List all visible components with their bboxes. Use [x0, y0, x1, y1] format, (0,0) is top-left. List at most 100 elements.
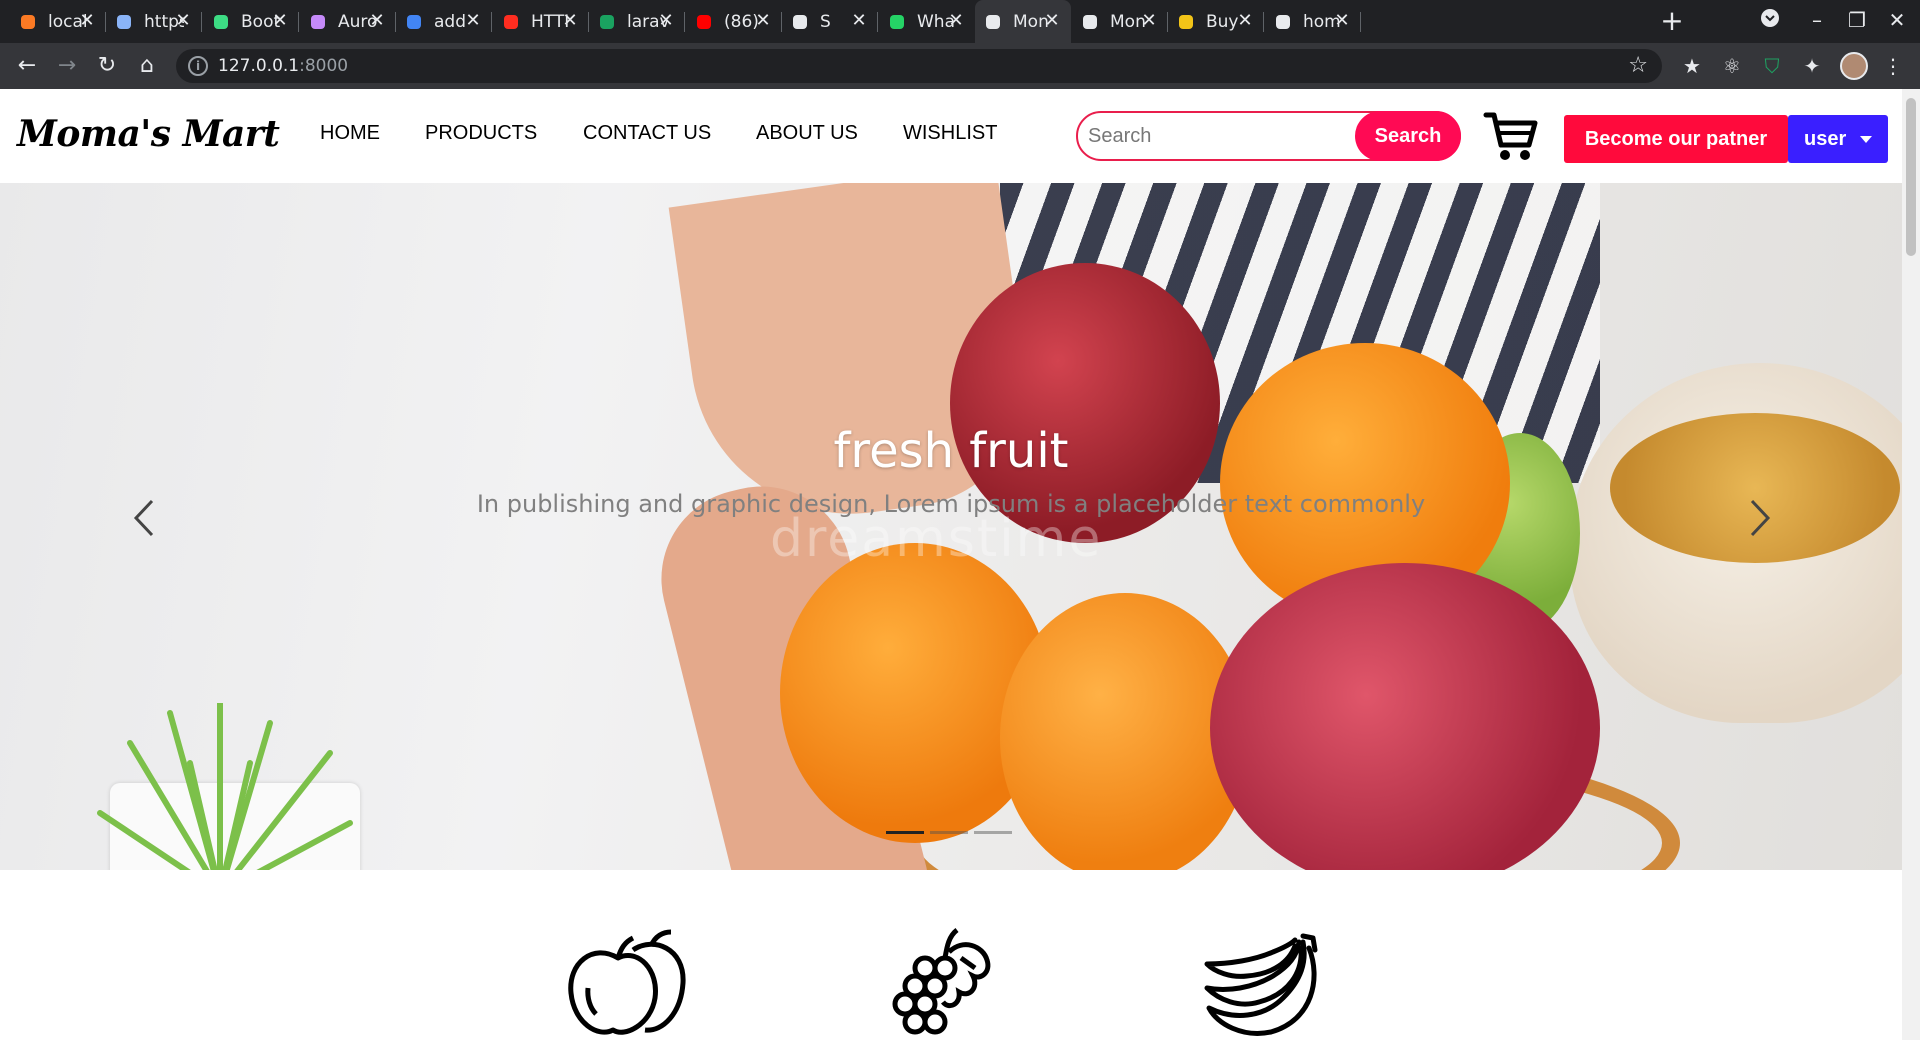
url-text[interactable]: 127.0.0.1:8000 — [218, 56, 348, 76]
scrollbar-thumb[interactable] — [1906, 98, 1916, 256]
browser-tab[interactable]: hom ✕ — [1265, 0, 1361, 43]
tab-separator — [684, 12, 685, 32]
bookmark-star-icon[interactable]: ☆ — [1628, 53, 1648, 78]
browser-tab[interactable]: add ✕ — [396, 0, 492, 43]
browser-tab[interactable]: larav ✕ — [589, 0, 685, 43]
mart-icon — [1080, 12, 1100, 32]
nav-home[interactable]: HOME — [320, 122, 380, 145]
banana-icon[interactable] — [1203, 928, 1333, 1040]
close-tab-icon[interactable]: ✕ — [1333, 12, 1351, 30]
home-icon[interactable]: ⌂ — [134, 53, 160, 79]
star-icon — [597, 12, 617, 32]
close-tab-icon[interactable]: ✕ — [754, 12, 772, 30]
menu-kebab-icon[interactable]: ⋮ — [1880, 53, 1906, 79]
extensions-puzzle-icon[interactable]: ✦ — [1799, 53, 1825, 79]
tab-separator — [1360, 12, 1361, 32]
nav-contact-us[interactable]: CONTACT US — [583, 122, 711, 145]
caret-down-icon — [1860, 136, 1872, 143]
search-button[interactable]: Search — [1355, 111, 1461, 161]
buy-icon — [1176, 12, 1196, 32]
search-input[interactable] — [1088, 121, 1348, 151]
hero-photo-bowl — [1570, 363, 1902, 723]
carousel-indicator[interactable] — [974, 831, 1012, 834]
close-tab-icon[interactable]: ✕ — [1140, 12, 1158, 30]
close-tab-icon[interactable]: ✕ — [368, 12, 386, 30]
carousel-indicator[interactable] — [930, 831, 968, 834]
xampp-icon — [18, 12, 38, 32]
back-icon[interactable]: ← — [14, 53, 40, 79]
tab-separator — [201, 12, 202, 32]
close-tab-icon[interactable]: ✕ — [947, 12, 965, 30]
profile-avatar[interactable] — [1840, 52, 1868, 80]
browser-tab[interactable]: S ✕ — [782, 0, 878, 43]
tab-separator — [877, 12, 878, 32]
restore-icon[interactable]: ❐ — [1842, 8, 1872, 32]
new-tab-button[interactable]: + — [1657, 7, 1687, 37]
cart-icon[interactable] — [1482, 107, 1540, 165]
browser-tab[interactable]: Mon ✕ — [975, 0, 1071, 43]
hero-photo-plant — [97, 703, 353, 870]
page-scrollbar[interactable] — [1902, 89, 1920, 1040]
browser-tab[interactable]: Mon ✕ — [1072, 0, 1168, 43]
browser-tab[interactable]: HTTI ✕ — [493, 0, 589, 43]
apple-icon[interactable] — [563, 928, 693, 1040]
user-dropdown-button[interactable]: user — [1788, 115, 1888, 163]
nav-wishlist[interactable]: WISHLIST — [903, 122, 997, 145]
mart-icon — [983, 12, 1003, 32]
close-tab-icon[interactable]: ✕ — [174, 12, 192, 30]
youtube-icon — [694, 12, 714, 32]
close-tab-icon[interactable]: ✕ — [657, 12, 675, 30]
forward-icon[interactable]: → — [54, 53, 80, 79]
nav-products[interactable]: PRODUCTS — [425, 122, 537, 145]
tab-search-icon[interactable] — [1755, 8, 1785, 33]
react-devtools-icon[interactable]: ⚛ — [1719, 53, 1745, 79]
whatsapp-icon — [887, 12, 907, 32]
close-tab-icon[interactable]: ✕ — [561, 12, 579, 30]
close-tab-icon[interactable]: ✕ — [78, 12, 96, 30]
browser-tab[interactable]: Wha ✕ — [879, 0, 975, 43]
reload-icon[interactable]: ↻ — [94, 53, 120, 79]
shield-icon[interactable]: ⛉ — [1759, 53, 1785, 79]
carousel-indicators — [886, 831, 1012, 834]
image-watermark: dreamstime — [770, 509, 1103, 569]
browser-tab[interactable]: Auro ✕ — [300, 0, 396, 43]
tab-separator — [1263, 12, 1264, 32]
search-form: Search — [1076, 111, 1461, 161]
browser-tab[interactable]: https ✕ — [106, 0, 202, 43]
address-bar[interactable]: i 127.0.0.1:8000 ☆ — [176, 49, 1662, 83]
google-icon — [404, 12, 424, 32]
site-header: Moma's Mart HOME PRODUCTS CONTACT US ABO… — [0, 89, 1902, 183]
browser-tab[interactable]: Boot ✕ — [203, 0, 299, 43]
aurora-icon — [308, 12, 328, 32]
hero-title: fresh fruit — [833, 423, 1069, 479]
user-button-label: user — [1804, 128, 1847, 150]
tab-separator — [491, 12, 492, 32]
close-tab-icon[interactable]: ✕ — [850, 12, 868, 30]
hero-carousel: dreamstime fresh fruit In publishing and… — [0, 183, 1902, 870]
bookmarks-icon[interactable]: ★ — [1679, 53, 1705, 79]
carousel-prev-icon[interactable] — [124, 493, 164, 543]
globe-icon — [1273, 12, 1293, 32]
site-logo[interactable]: Moma's Mart — [17, 113, 280, 155]
browser-toolbar: ← → ↻ ⌂ i 127.0.0.1:8000 ☆ ★ ⚛ ⛉ ✦ ⋮ — [0, 43, 1920, 89]
close-tab-icon[interactable]: ✕ — [271, 12, 289, 30]
carousel-indicator[interactable] — [886, 831, 924, 834]
close-tab-icon[interactable]: ✕ — [1043, 12, 1061, 30]
laravel-icon — [501, 12, 521, 32]
close-tab-icon[interactable]: ✕ — [464, 12, 482, 30]
become-partner-button[interactable]: Become our patner — [1564, 115, 1788, 163]
w-icon — [211, 12, 231, 32]
web-page: Moma's Mart HOME PRODUCTS CONTACT US ABO… — [0, 89, 1902, 1040]
browser-tab-bar: locall ✕ https ✕ Boot ✕ Auro ✕ add ✕ HTTI ✕ larav ✕ (8… — [0, 0, 1920, 43]
close-tab-icon[interactable]: ✕ — [1236, 12, 1254, 30]
globe-icon — [790, 12, 810, 32]
browser-tab[interactable]: locall ✕ — [10, 0, 106, 43]
grapes-icon[interactable] — [883, 928, 1013, 1040]
browser-tab[interactable]: Buy ✕ — [1168, 0, 1264, 43]
carousel-next-icon[interactable] — [1740, 493, 1780, 543]
site-info-icon[interactable]: i — [188, 56, 208, 76]
nav-about-us[interactable]: ABOUT US — [756, 122, 858, 145]
browser-tab[interactable]: (86) ✕ — [686, 0, 782, 43]
close-window-icon[interactable]: ✕ — [1882, 8, 1912, 32]
minimize-icon[interactable]: – — [1802, 8, 1832, 32]
